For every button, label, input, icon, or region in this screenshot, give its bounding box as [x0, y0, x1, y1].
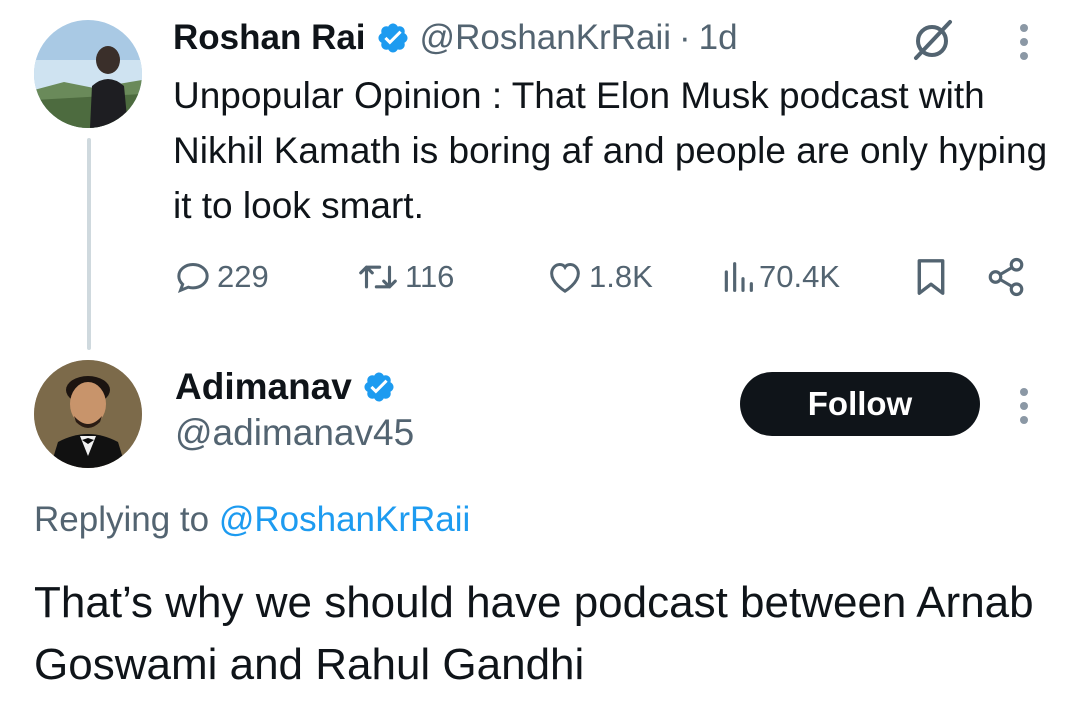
- reply-author-name[interactable]: Adimanav: [175, 366, 352, 408]
- repost-count: 116: [405, 259, 455, 294]
- share-icon: [988, 257, 1024, 297]
- bookmark-icon: [917, 259, 945, 295]
- views-count: 70.4K: [759, 259, 841, 294]
- replying-to-mention[interactable]: @RoshanKrRaii: [219, 500, 470, 539]
- like-icon: [550, 262, 580, 293]
- tweet-detail-page: Roshan Rai @RoshanKrRaii · 1d Unpopular …: [0, 0, 1080, 716]
- avatar-adimanav[interactable]: [34, 360, 142, 468]
- reply-tweet-text: That’s why we should have podcast betwee…: [34, 578, 1034, 689]
- verified-badge-icon: [376, 21, 410, 55]
- share-button[interactable]: [985, 250, 1031, 304]
- tweet-timestamp[interactable]: 1d: [699, 18, 738, 58]
- replying-to-line: Replying to @RoshanKrRaii: [34, 500, 470, 540]
- reply-author-handle[interactable]: @adimanav45: [175, 412, 414, 454]
- avatar-roshan[interactable]: [34, 20, 142, 128]
- grok-icon[interactable]: [908, 16, 956, 64]
- like-count: 1.8K: [589, 259, 653, 294]
- views-button[interactable]: 70.4K: [721, 250, 840, 304]
- more-options-icon[interactable]: [1012, 20, 1036, 64]
- reply-author-header: Adimanav: [175, 362, 406, 412]
- parent-tweet-text: Unpopular Opinion : That Elon Musk podca…: [173, 75, 1048, 226]
- like-button[interactable]: 1.8K: [545, 250, 653, 304]
- parent-tweet-header: Roshan Rai @RoshanKrRaii · 1d: [173, 15, 738, 61]
- follow-button[interactable]: Follow: [740, 372, 980, 436]
- reply-icon: [177, 262, 209, 293]
- bookmark-button[interactable]: [913, 250, 953, 304]
- verified-badge-icon: [362, 370, 396, 404]
- replying-to-label: Replying to: [34, 500, 219, 539]
- repost-icon: [359, 265, 397, 289]
- author-name[interactable]: Roshan Rai: [173, 18, 366, 58]
- repost-button[interactable]: 116: [355, 250, 454, 304]
- separator-dot: ·: [679, 18, 691, 57]
- reply-button[interactable]: 229: [173, 250, 269, 304]
- more-options-icon[interactable]: [1012, 384, 1036, 428]
- views-icon: [724, 262, 753, 292]
- tweet-action-bar: 229 116 1.8K 70.4K: [173, 250, 1033, 304]
- reply-count: 229: [217, 259, 269, 294]
- author-handle[interactable]: @RoshanKrRaii: [420, 18, 671, 58]
- thread-connector-line: [87, 138, 91, 350]
